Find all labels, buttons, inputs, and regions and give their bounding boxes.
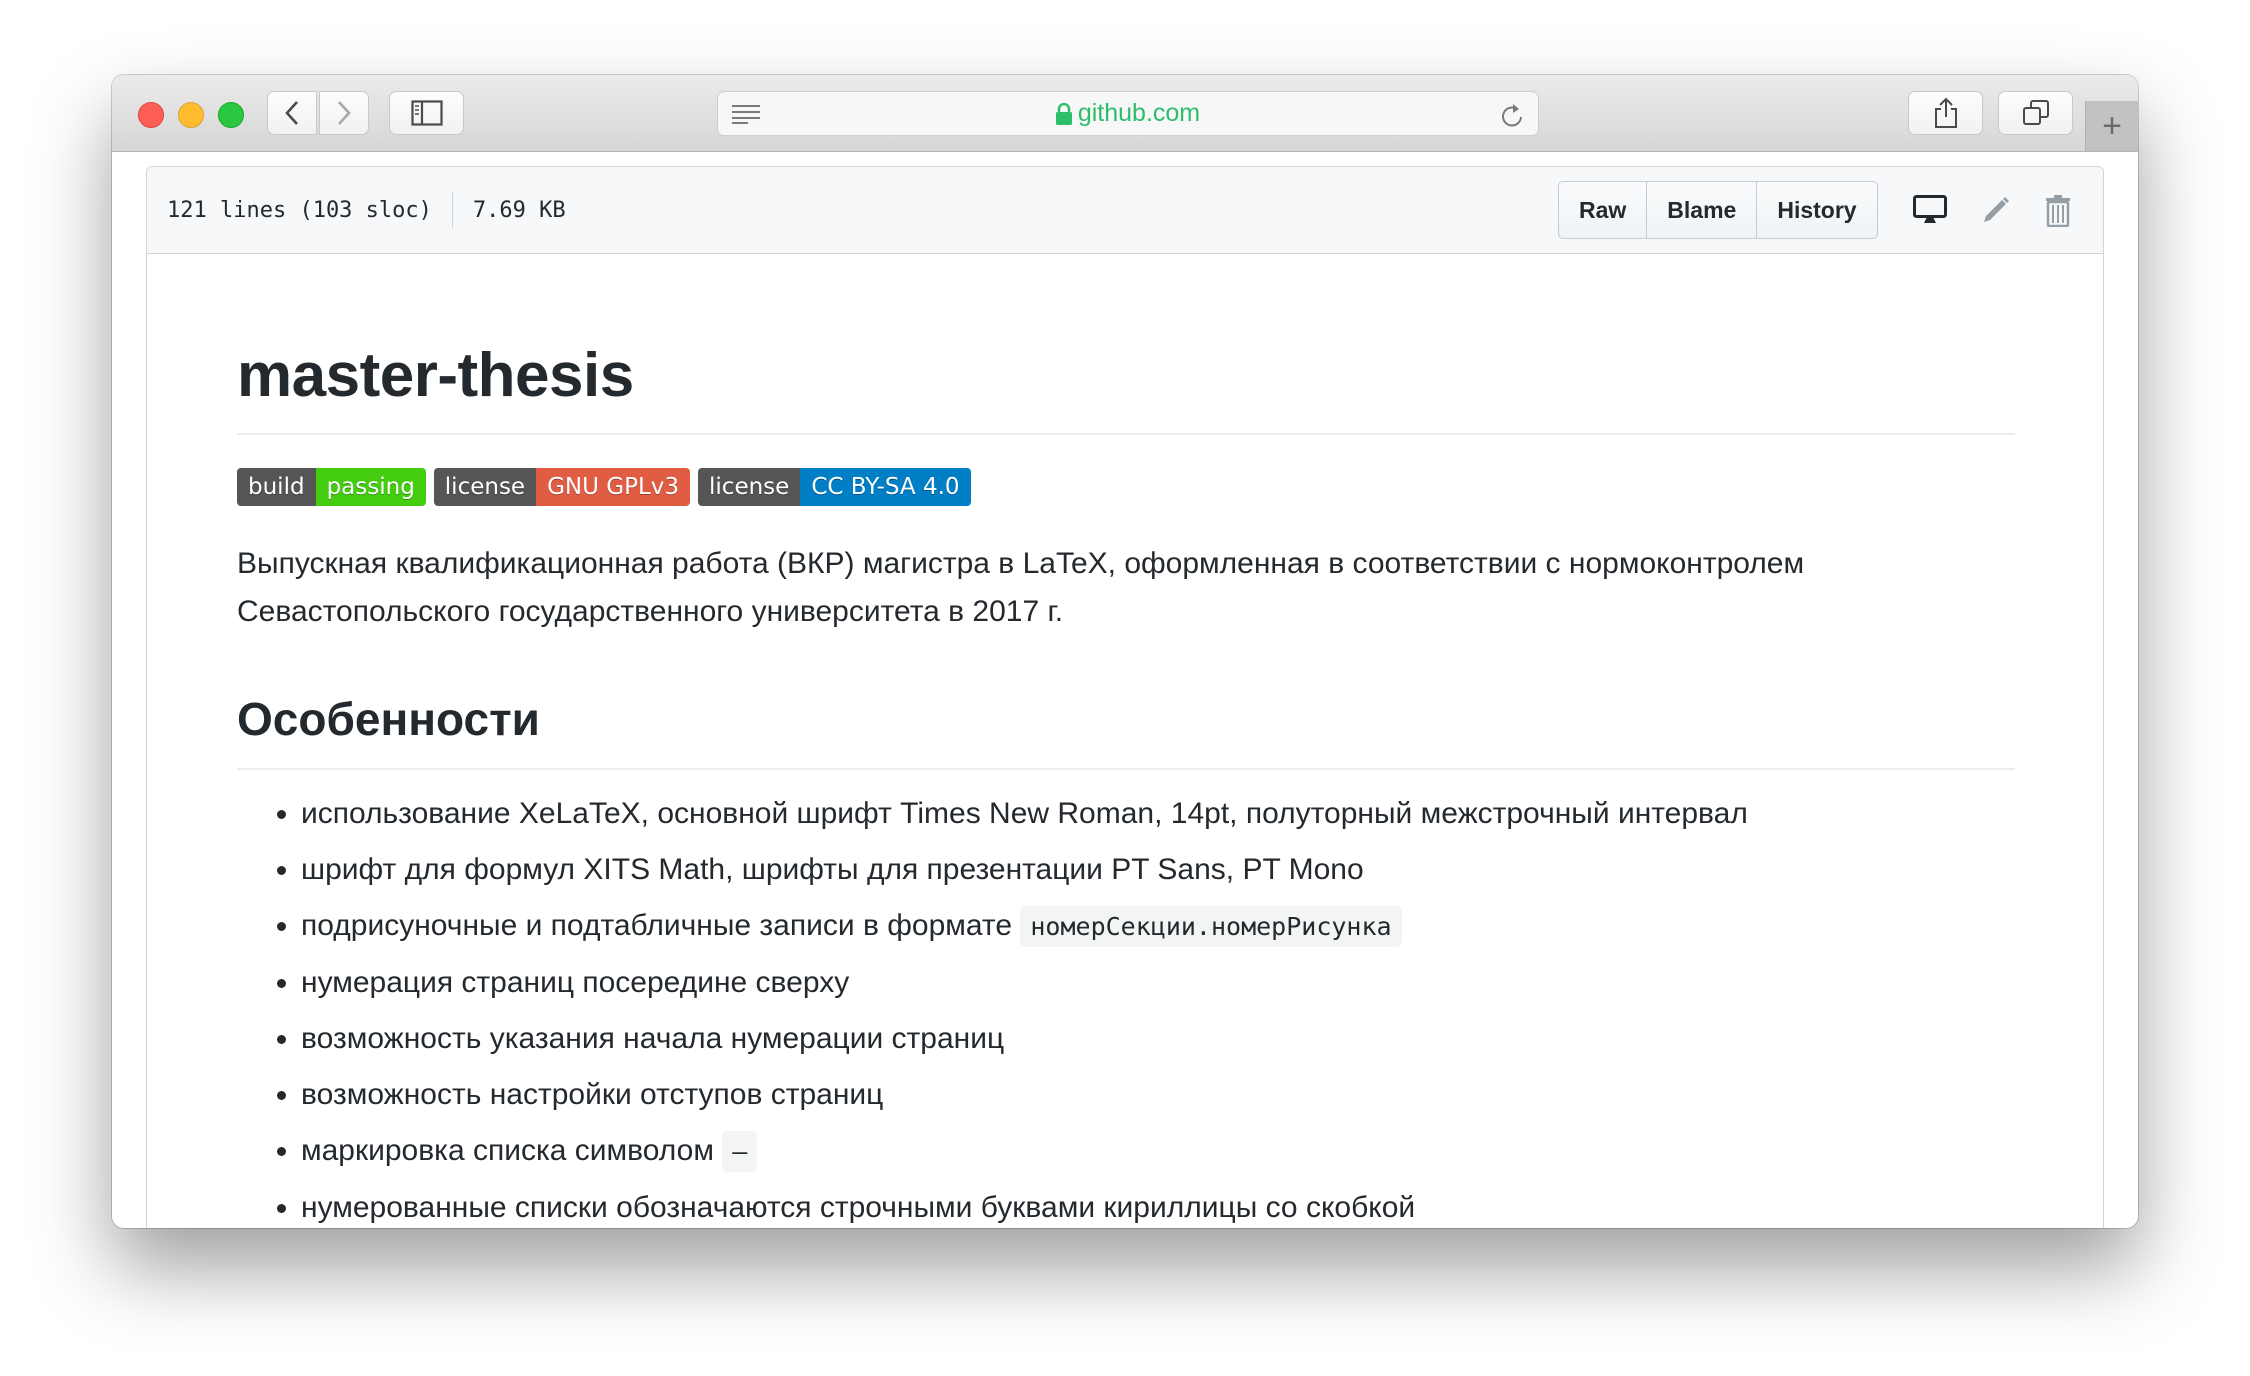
browser-toolbar: github.com + bbox=[112, 75, 2138, 152]
readme-title: master-thesis bbox=[237, 345, 2015, 435]
new-tab-button[interactable]: + bbox=[2085, 101, 2138, 151]
inline-code: номерСекции.номерРисунка bbox=[1020, 906, 1402, 947]
sidebar-icon bbox=[410, 100, 443, 126]
list-item-text: возможность настройки отступов страниц bbox=[301, 1078, 884, 1111]
file-lines: 121 lines (103 sloc) bbox=[167, 197, 432, 223]
address-bar[interactable]: github.com bbox=[717, 91, 1539, 136]
blame-button[interactable]: Blame bbox=[1646, 182, 1756, 238]
list-item: шрифт для формул XITS Math, шрифты для п… bbox=[301, 850, 2015, 890]
file-size: 7.69 KB bbox=[472, 197, 566, 223]
badge-value: GNU GPLv3 bbox=[536, 468, 691, 506]
divider bbox=[451, 192, 453, 228]
badges: build passing license GNU GPLv3 license … bbox=[237, 468, 2015, 506]
browser-window: github.com + 121 lines (103 sloc) 7.69 K… bbox=[112, 75, 2138, 1228]
badge-label: license bbox=[433, 468, 537, 506]
chevron-left-icon bbox=[285, 101, 298, 125]
features-list: использование XeLaTeX, основной шрифт Ti… bbox=[237, 794, 2015, 1228]
badge-label: build bbox=[237, 468, 316, 506]
maximize-window-button[interactable] bbox=[218, 102, 244, 128]
raw-button[interactable]: Raw bbox=[1559, 182, 1646, 238]
list-item: нумерованные списки обозначаются строчны… bbox=[301, 1188, 2015, 1228]
badge-value: CC BY-SA 4.0 bbox=[800, 468, 971, 506]
show-tabs-button[interactable] bbox=[1998, 91, 2073, 135]
list-item-text: нумерованные списки обозначаются строчны… bbox=[301, 1191, 1416, 1224]
list-item: нумерация страниц посередине сверху bbox=[301, 963, 2015, 1003]
history-button[interactable]: History bbox=[1756, 182, 1876, 238]
close-window-button[interactable] bbox=[138, 102, 164, 128]
badge-license-gpl[interactable]: license GNU GPLv3 bbox=[433, 468, 691, 506]
plus-icon: + bbox=[2102, 106, 2122, 145]
list-item-text: подрисуночные и подтабличные записи в фо… bbox=[301, 909, 1021, 942]
back-button[interactable] bbox=[267, 91, 317, 135]
tabs-overview-icon bbox=[2022, 100, 2049, 125]
url-text: github.com bbox=[1077, 99, 1201, 127]
share-icon bbox=[1934, 97, 1957, 128]
chevron-right-icon bbox=[338, 101, 351, 125]
trash-icon[interactable] bbox=[2045, 195, 2071, 227]
lock-icon bbox=[1055, 102, 1072, 125]
sidebar-toggle-button[interactable] bbox=[389, 91, 464, 135]
file-container: 121 lines (103 sloc) 7.69 KB Raw Blame H… bbox=[146, 166, 2104, 1228]
reload-icon[interactable] bbox=[1500, 101, 1524, 129]
page-content: 121 lines (103 sloc) 7.69 KB Raw Blame H… bbox=[112, 152, 2138, 1228]
forward-button[interactable] bbox=[319, 91, 369, 135]
list-item-text: нумерация страниц посередине сверху bbox=[301, 966, 850, 999]
list-item: использование XeLaTeX, основной шрифт Ti… bbox=[301, 794, 2015, 834]
list-item-text: маркировка списка символом bbox=[301, 1134, 723, 1167]
badge-label: license bbox=[698, 468, 801, 506]
desktop-icon[interactable] bbox=[1913, 195, 1947, 225]
list-item-text: использование XeLaTeX, основной шрифт Ti… bbox=[301, 797, 1748, 830]
list-item: возможность указания начала нумерации ст… bbox=[301, 1019, 2015, 1059]
badge-build[interactable]: build passing bbox=[237, 468, 426, 506]
file-actions-group: Raw Blame History bbox=[1558, 181, 1878, 239]
badge-value: passing bbox=[315, 468, 426, 506]
features-heading: Особенности bbox=[237, 692, 2015, 770]
file-header: 121 lines (103 sloc) 7.69 KB Raw Blame H… bbox=[147, 167, 2103, 254]
badge-license-cc[interactable]: license CC BY-SA 4.0 bbox=[698, 468, 971, 506]
share-button[interactable] bbox=[1908, 91, 1983, 135]
readme-body: master-thesis build passing license GNU … bbox=[237, 253, 2015, 1228]
list-item-text: шрифт для формул XITS Math, шрифты для п… bbox=[301, 853, 1364, 886]
minimize-window-button[interactable] bbox=[178, 102, 204, 128]
inline-code: – bbox=[722, 1131, 758, 1172]
list-item: подрисуночные и подтабличные записи в фо… bbox=[301, 906, 2015, 947]
list-item: маркировка списка символом – bbox=[301, 1131, 2015, 1172]
list-item: возможность настройки отступов страниц bbox=[301, 1075, 2015, 1115]
description: Выпускная квалификационная работа (ВКР) … bbox=[237, 547, 1805, 628]
list-item-text: возможность указания начала нумерации ст… bbox=[301, 1022, 1005, 1055]
pencil-icon[interactable] bbox=[1981, 195, 2011, 225]
